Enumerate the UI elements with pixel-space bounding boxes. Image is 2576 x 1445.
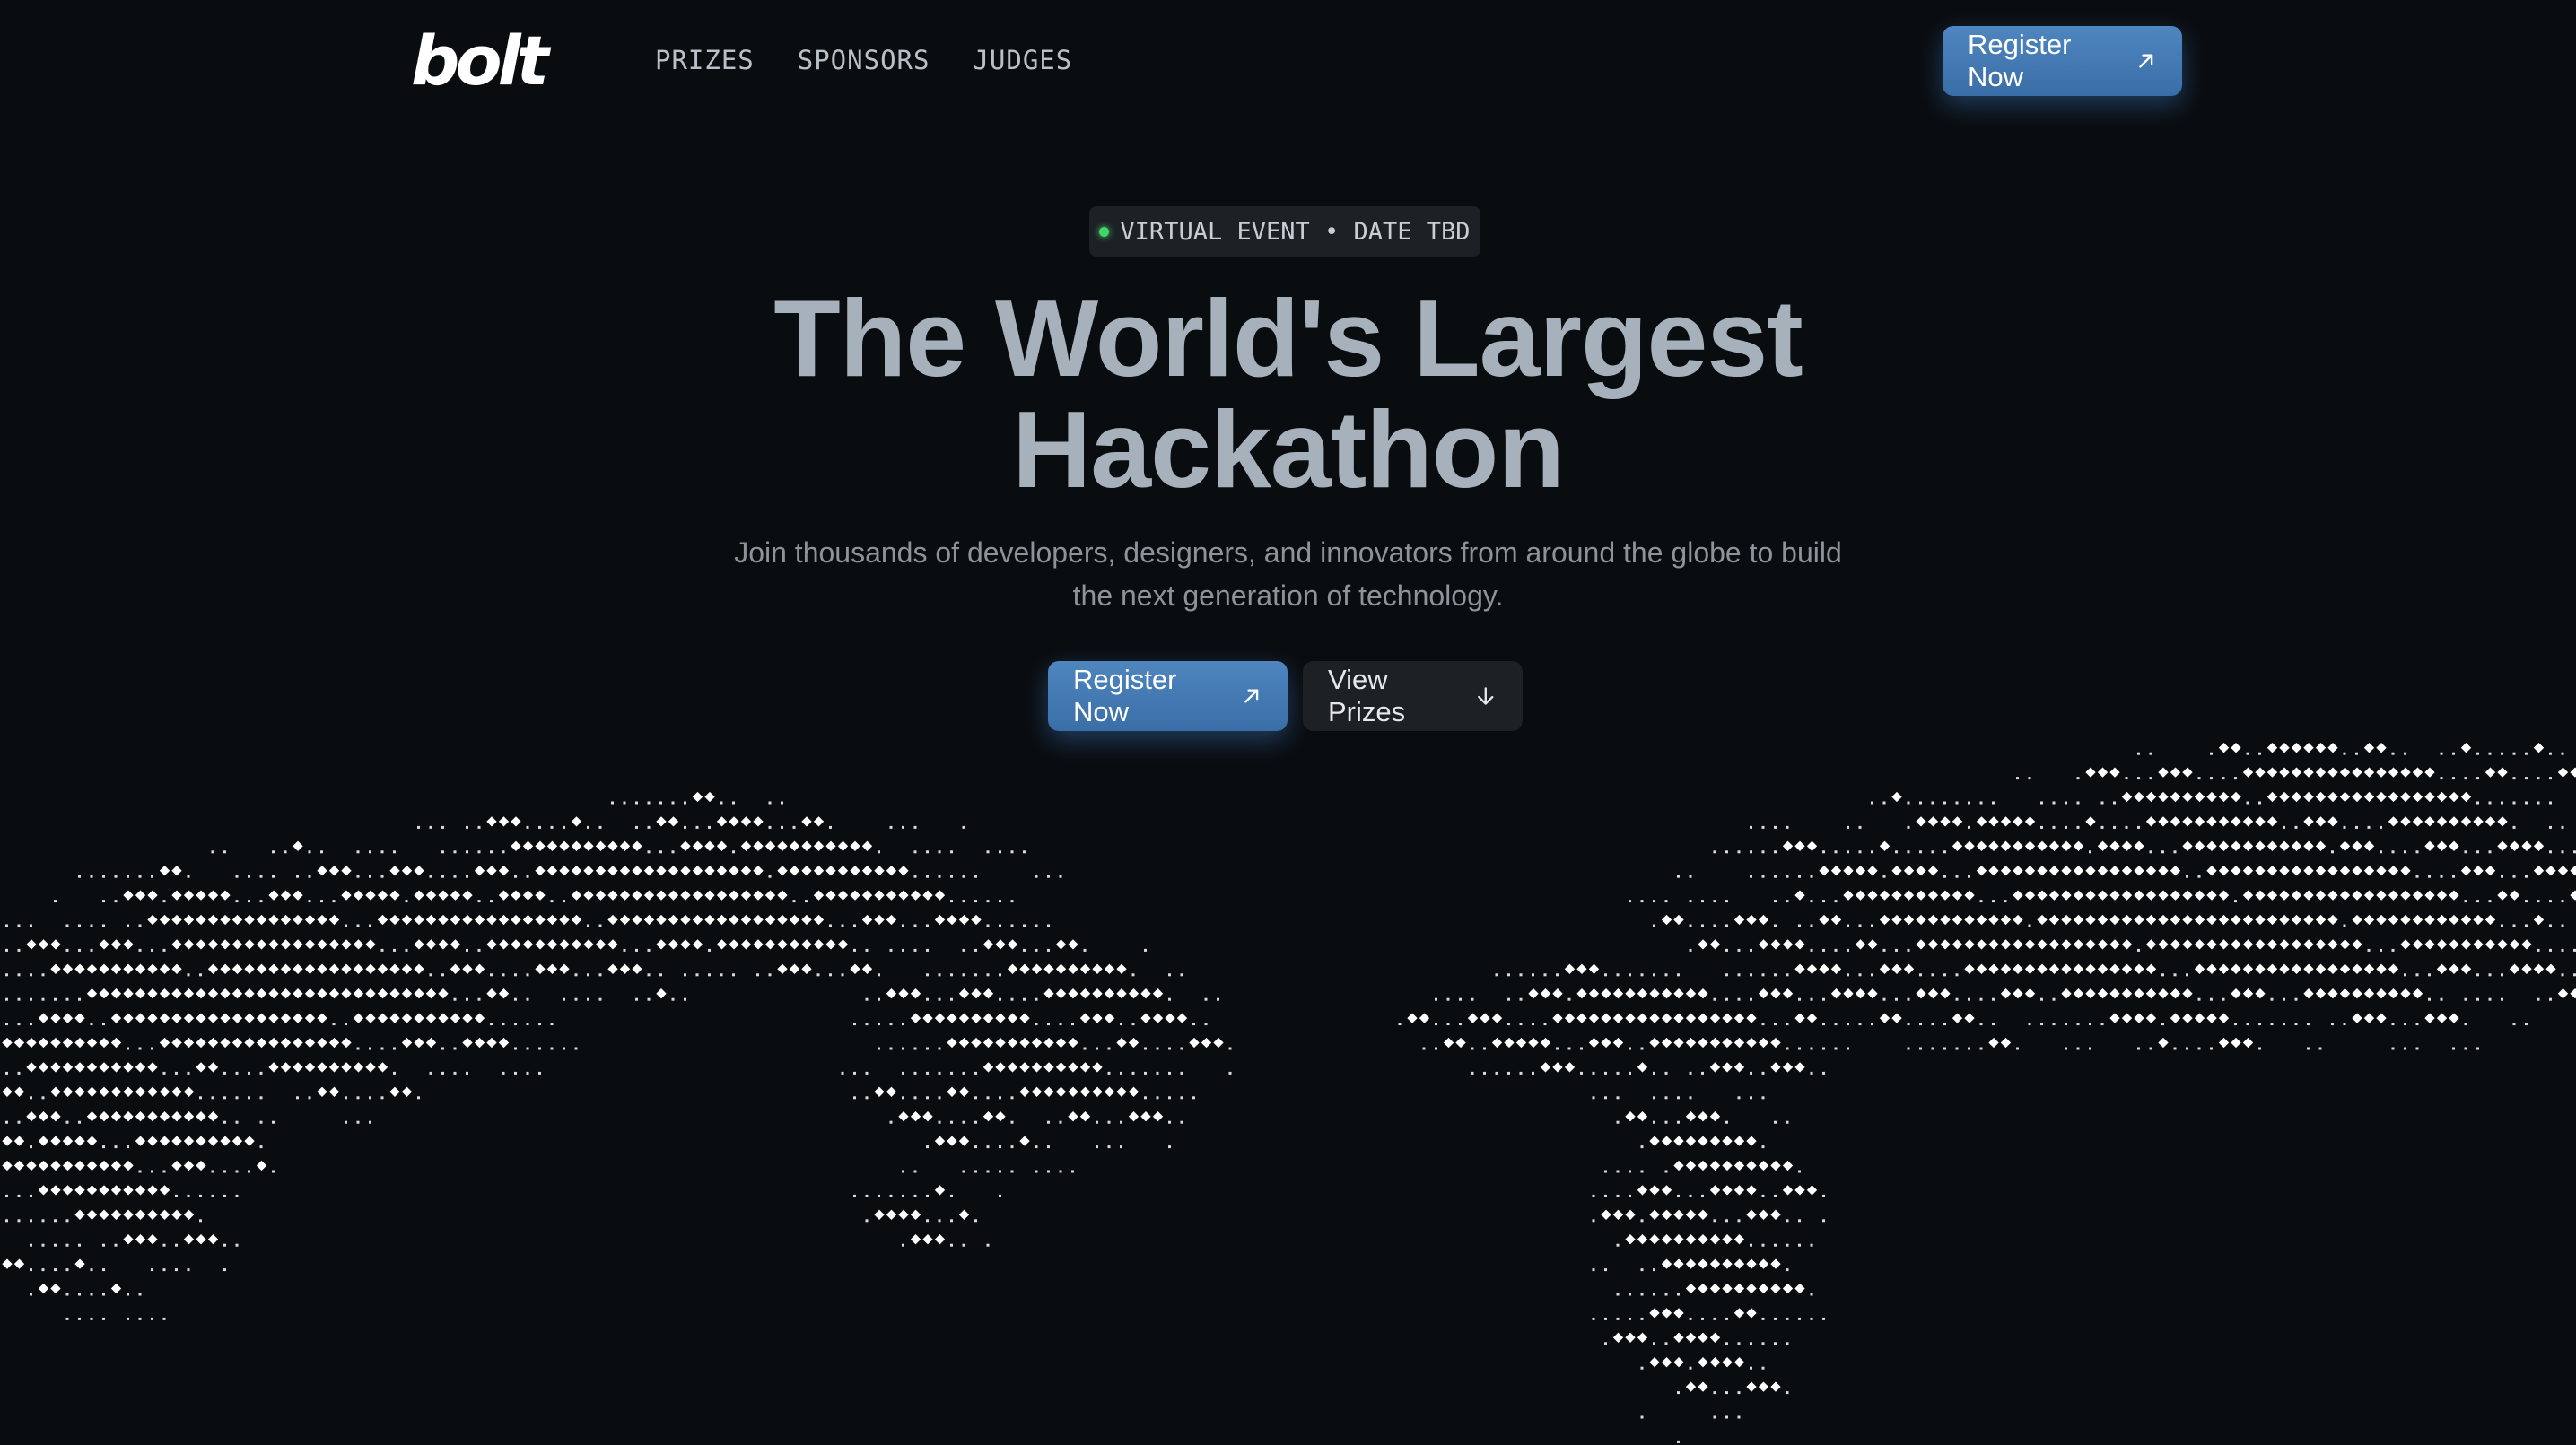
arrow-down-icon (1478, 687, 1494, 705)
ascii-world-map-art (2, 743, 2576, 1443)
green-dot-icon (1099, 226, 1110, 237)
hero-cta-row: Register Now View Prizes (1048, 661, 1523, 731)
hero-title: The World's Largest Hackathon (0, 283, 2576, 505)
event-badge-text: VIRTUAL EVENT • DATE TBD (1120, 217, 1471, 246)
nav-register-label: Register Now (1968, 29, 2072, 92)
view-prizes-button[interactable]: View Prizes (1303, 661, 1523, 731)
arrow-up-right-icon (1244, 689, 1258, 703)
hero-register-label: Register Now (1073, 664, 1177, 727)
hero-title-line-2: Hackathon (1012, 388, 1565, 510)
hero-subtitle: Join thousands of developers, designers,… (734, 536, 1842, 612)
hero-register-button[interactable]: Register Now (1048, 661, 1288, 731)
nav-link-sponsors[interactable]: SPONSORS (798, 45, 930, 75)
arrow-up-right-icon (2138, 54, 2152, 68)
nav-links: PRIZES SPONSORS JUDGES (655, 45, 1072, 75)
nav-link-prizes[interactable]: PRIZES (655, 45, 755, 75)
bolt-logo[interactable]: bolt (411, 20, 549, 102)
top-navbar: bolt PRIZES SPONSORS JUDGES Register Now (0, 0, 2576, 124)
view-prizes-label: View Prizes (1328, 664, 1406, 727)
nav-register-button[interactable]: Register Now (1943, 26, 2182, 96)
hero-title-line-1: The World's Largest (773, 277, 1803, 399)
event-badge: VIRTUAL EVENT • DATE TBD (1089, 206, 1480, 257)
nav-link-judges[interactable]: JUDGES (973, 45, 1072, 75)
